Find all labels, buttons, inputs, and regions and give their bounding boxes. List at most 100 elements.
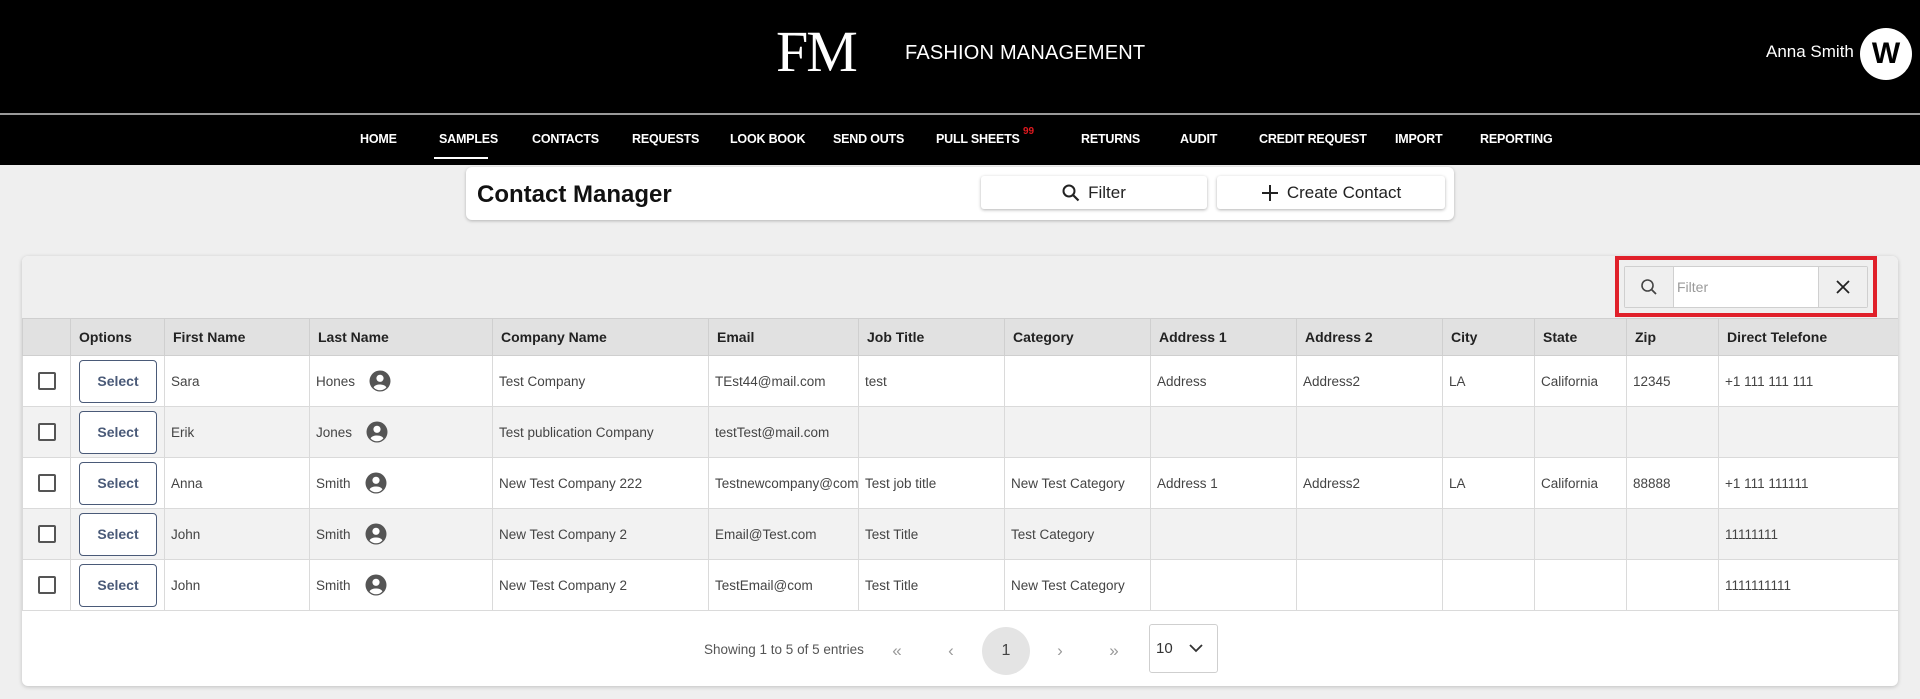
- select-button[interactable]: Select: [79, 359, 157, 403]
- row-checkbox[interactable]: [37, 372, 56, 390]
- page-button-current[interactable]: 1: [982, 627, 1030, 675]
- phone-cell: [1718, 406, 1898, 458]
- page-size-select[interactable]: 10: [1149, 624, 1218, 673]
- create-contact-button[interactable]: Create Contact: [1217, 176, 1445, 209]
- user-name[interactable]: Anna Smith: [1766, 42, 1854, 62]
- person-icon[interactable]: [365, 574, 387, 596]
- nav-item-reporting[interactable]: REPORTING: [1480, 131, 1553, 147]
- nav-item-pull-sheets[interactable]: PULL SHEETS: [936, 131, 1020, 147]
- nav-item-import[interactable]: IMPORT: [1395, 131, 1443, 147]
- state-cell: [1534, 559, 1627, 611]
- nav-item-contacts[interactable]: CONTACTS: [532, 131, 599, 147]
- col-header-first-name[interactable]: First Name: [164, 318, 310, 356]
- address-1-cell: [1150, 559, 1297, 611]
- email-cell: TEst44@mail.com: [708, 355, 859, 407]
- nav-item-credit-request[interactable]: CREDIT REQUEST: [1259, 131, 1367, 147]
- nav-item-samples[interactable]: SAMPLES: [439, 131, 498, 147]
- row-checkbox[interactable]: [37, 576, 56, 594]
- logo[interactable]: FM: [776, 18, 858, 86]
- nav-item-returns[interactable]: RETURNS: [1081, 131, 1140, 147]
- row-checkbox[interactable]: [37, 423, 56, 441]
- select-button[interactable]: Select: [79, 410, 157, 454]
- nav-item-look-book[interactable]: LOOK BOOK: [730, 131, 805, 147]
- col-header-zip[interactable]: Zip: [1626, 318, 1719, 356]
- row-checkbox-cell: [22, 406, 71, 458]
- city-cell: [1442, 559, 1535, 611]
- col-header-company-name[interactable]: Company Name: [492, 318, 709, 356]
- main-nav: HOME SAMPLES CONTACTS REQUESTS LOOK BOOK…: [0, 115, 1920, 165]
- col-header-category[interactable]: Category: [1004, 318, 1151, 356]
- col-header-email[interactable]: Email: [708, 318, 859, 356]
- company-cell: New Test Company 2: [492, 559, 709, 611]
- double-chevron-left-icon[interactable]: «: [873, 627, 921, 675]
- zip-cell: 12345: [1626, 355, 1719, 407]
- filter-button[interactable]: Filter: [981, 176, 1207, 209]
- first-name-cell: Anna: [164, 457, 310, 509]
- col-header-direct-telefone[interactable]: Direct Telefone: [1718, 318, 1898, 356]
- search-icon: [1062, 184, 1080, 201]
- col-header-last-name[interactable]: Last Name: [309, 318, 493, 356]
- address-1-cell: Address: [1150, 355, 1297, 407]
- nav-item-home[interactable]: HOME: [360, 131, 397, 147]
- brand-name: FASHION MANAGEMENT: [905, 42, 1146, 64]
- person-icon[interactable]: [369, 370, 391, 392]
- table-row: Select Anna Smith New Test Company 222 T…: [22, 457, 1898, 509]
- last-name-cell: Smith: [309, 457, 493, 509]
- table-row: Select Erik Jones Test publication Compa…: [22, 406, 1898, 458]
- address-2-cell: [1296, 508, 1443, 560]
- col-header-city[interactable]: City: [1442, 318, 1535, 356]
- select-button[interactable]: Select: [79, 512, 157, 556]
- active-nav-indicator: [434, 157, 488, 159]
- chevron-left-icon[interactable]: ‹: [927, 627, 975, 675]
- state-cell: California: [1534, 457, 1627, 509]
- company-cell: Test publication Company: [492, 406, 709, 458]
- row-checkbox[interactable]: [37, 474, 56, 492]
- person-icon[interactable]: [365, 523, 387, 545]
- last-name-cell: Smith: [309, 559, 493, 611]
- col-header-address-2[interactable]: Address 2: [1296, 318, 1443, 356]
- state-cell: California: [1534, 355, 1627, 407]
- nav-item-requests[interactable]: REQUESTS: [632, 131, 699, 147]
- row-checkbox[interactable]: [37, 525, 56, 543]
- chevron-right-icon[interactable]: ›: [1036, 627, 1084, 675]
- state-cell: [1534, 406, 1627, 458]
- last-name-text: Jones: [316, 424, 353, 440]
- double-chevron-right-icon[interactable]: »: [1090, 627, 1138, 675]
- category-cell: [1004, 355, 1151, 407]
- plus-icon: [1261, 184, 1278, 201]
- options-cell: Select: [70, 559, 165, 611]
- state-cell: [1534, 508, 1627, 560]
- nav-item-send-outs[interactable]: SEND OUTS: [833, 131, 904, 147]
- col-header-job-title[interactable]: Job Title: [858, 318, 1005, 356]
- avatar[interactable]: W: [1860, 28, 1912, 80]
- first-name-cell: John: [164, 559, 310, 611]
- pagination-summary: Showing 1 to 5 of 5 entries: [704, 642, 864, 657]
- phone-cell: 11111111: [1718, 508, 1898, 560]
- last-name-text: Smith: [316, 475, 351, 491]
- col-header-select: [22, 318, 71, 356]
- col-header-state[interactable]: State: [1534, 318, 1627, 356]
- table-header-row: Options First Name Last Name Company Nam…: [22, 318, 1898, 356]
- category-cell: Test Category: [1004, 508, 1151, 560]
- city-cell: LA: [1442, 457, 1535, 509]
- col-header-address-1[interactable]: Address 1: [1150, 318, 1297, 356]
- col-header-options[interactable]: Options: [70, 318, 165, 356]
- person-icon[interactable]: [366, 421, 388, 443]
- table-row: Select Sara Hones Test Company TEst44@ma…: [22, 355, 1898, 407]
- select-button[interactable]: Select: [79, 563, 157, 607]
- create-contact-label: Create Contact: [1286, 182, 1402, 202]
- last-name-cell: Hones: [309, 355, 493, 407]
- address-1-cell: Address 1: [1150, 457, 1297, 509]
- job-title-cell: Test Title: [858, 559, 1005, 611]
- select-button[interactable]: Select: [79, 461, 157, 505]
- last-name-cell: Jones: [309, 406, 493, 458]
- address-2-cell: Address2: [1296, 355, 1443, 407]
- company-cell: Test Company: [492, 355, 709, 407]
- email-cell: testTest@mail.com: [708, 406, 859, 458]
- person-icon[interactable]: [365, 472, 387, 494]
- nav-item-audit[interactable]: AUDIT: [1180, 131, 1217, 147]
- category-cell: [1004, 406, 1151, 458]
- row-checkbox-cell: [22, 508, 71, 560]
- phone-cell: 1111111111: [1718, 559, 1898, 611]
- category-cell: New Test Category: [1004, 457, 1151, 509]
